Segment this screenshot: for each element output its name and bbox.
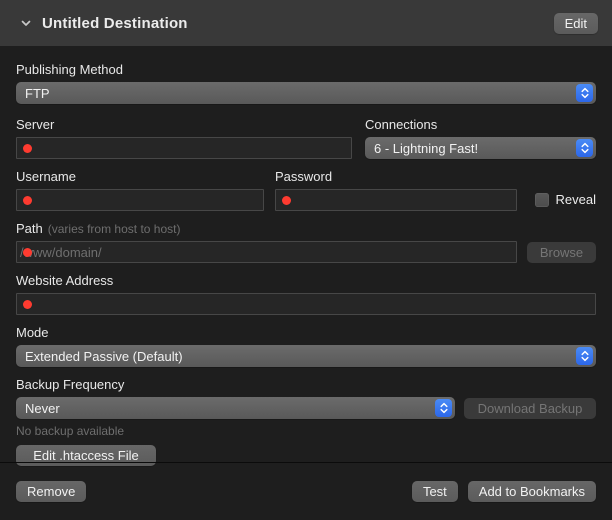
password-field-wrap [275,189,517,211]
chevron-up-down-icon [576,139,593,157]
mode-label: Mode [16,325,596,341]
publishing-method-select[interactable]: FTP [16,82,596,104]
publishing-method-value: FTP [25,86,576,101]
destination-header: Untitled Destination Edit [0,0,612,46]
test-button[interactable]: Test [412,481,458,502]
password-input[interactable] [276,190,516,210]
path-input[interactable] [17,242,516,262]
destination-title: Untitled Destination [42,15,554,32]
backup-status-text: No backup available [16,424,596,438]
username-input[interactable] [17,190,263,210]
validation-dot-icon [282,196,291,205]
backup-frequency-select[interactable]: Never [16,397,455,419]
password-label: Password [275,169,517,185]
reveal-checkbox[interactable] [535,193,549,207]
path-hint: (varies from host to host) [48,222,181,236]
connections-label: Connections [365,117,596,133]
browse-button[interactable]: Browse [527,242,596,263]
add-to-bookmarks-button[interactable]: Add to Bookmarks [468,481,596,502]
download-backup-button[interactable]: Download Backup [464,398,596,419]
reveal-label: Reveal [556,192,596,207]
website-address-label: Website Address [16,273,596,289]
chevron-up-down-icon [576,84,593,102]
validation-dot-icon [23,248,32,257]
server-input[interactable] [17,138,351,158]
username-field-wrap [16,189,264,211]
remove-button[interactable]: Remove [16,481,86,502]
connections-value: 6 - Lightning Fast! [374,141,576,156]
server-label: Server [16,117,352,133]
website-address-input[interactable] [17,294,595,314]
validation-dot-icon [23,144,32,153]
chevron-up-down-icon [576,347,593,365]
chevron-down-icon[interactable] [18,15,34,31]
chevron-up-down-icon [435,399,452,417]
website-address-field-wrap [16,293,596,315]
footer-bar: Remove Test Add to Bookmarks [0,462,612,520]
server-field-wrap [16,137,352,159]
connections-select[interactable]: 6 - Lightning Fast! [365,137,596,159]
publishing-method-label: Publishing Method [16,62,596,78]
validation-dot-icon [23,300,32,309]
mode-value: Extended Passive (Default) [25,349,576,364]
edit-button[interactable]: Edit [554,13,598,34]
validation-dot-icon [23,196,32,205]
backup-frequency-value: Never [25,401,435,416]
username-label: Username [16,169,264,185]
backup-frequency-label: Backup Frequency [16,377,596,393]
path-label: Path [16,221,43,236]
path-field-wrap [16,241,517,263]
mode-select[interactable]: Extended Passive (Default) [16,345,596,367]
